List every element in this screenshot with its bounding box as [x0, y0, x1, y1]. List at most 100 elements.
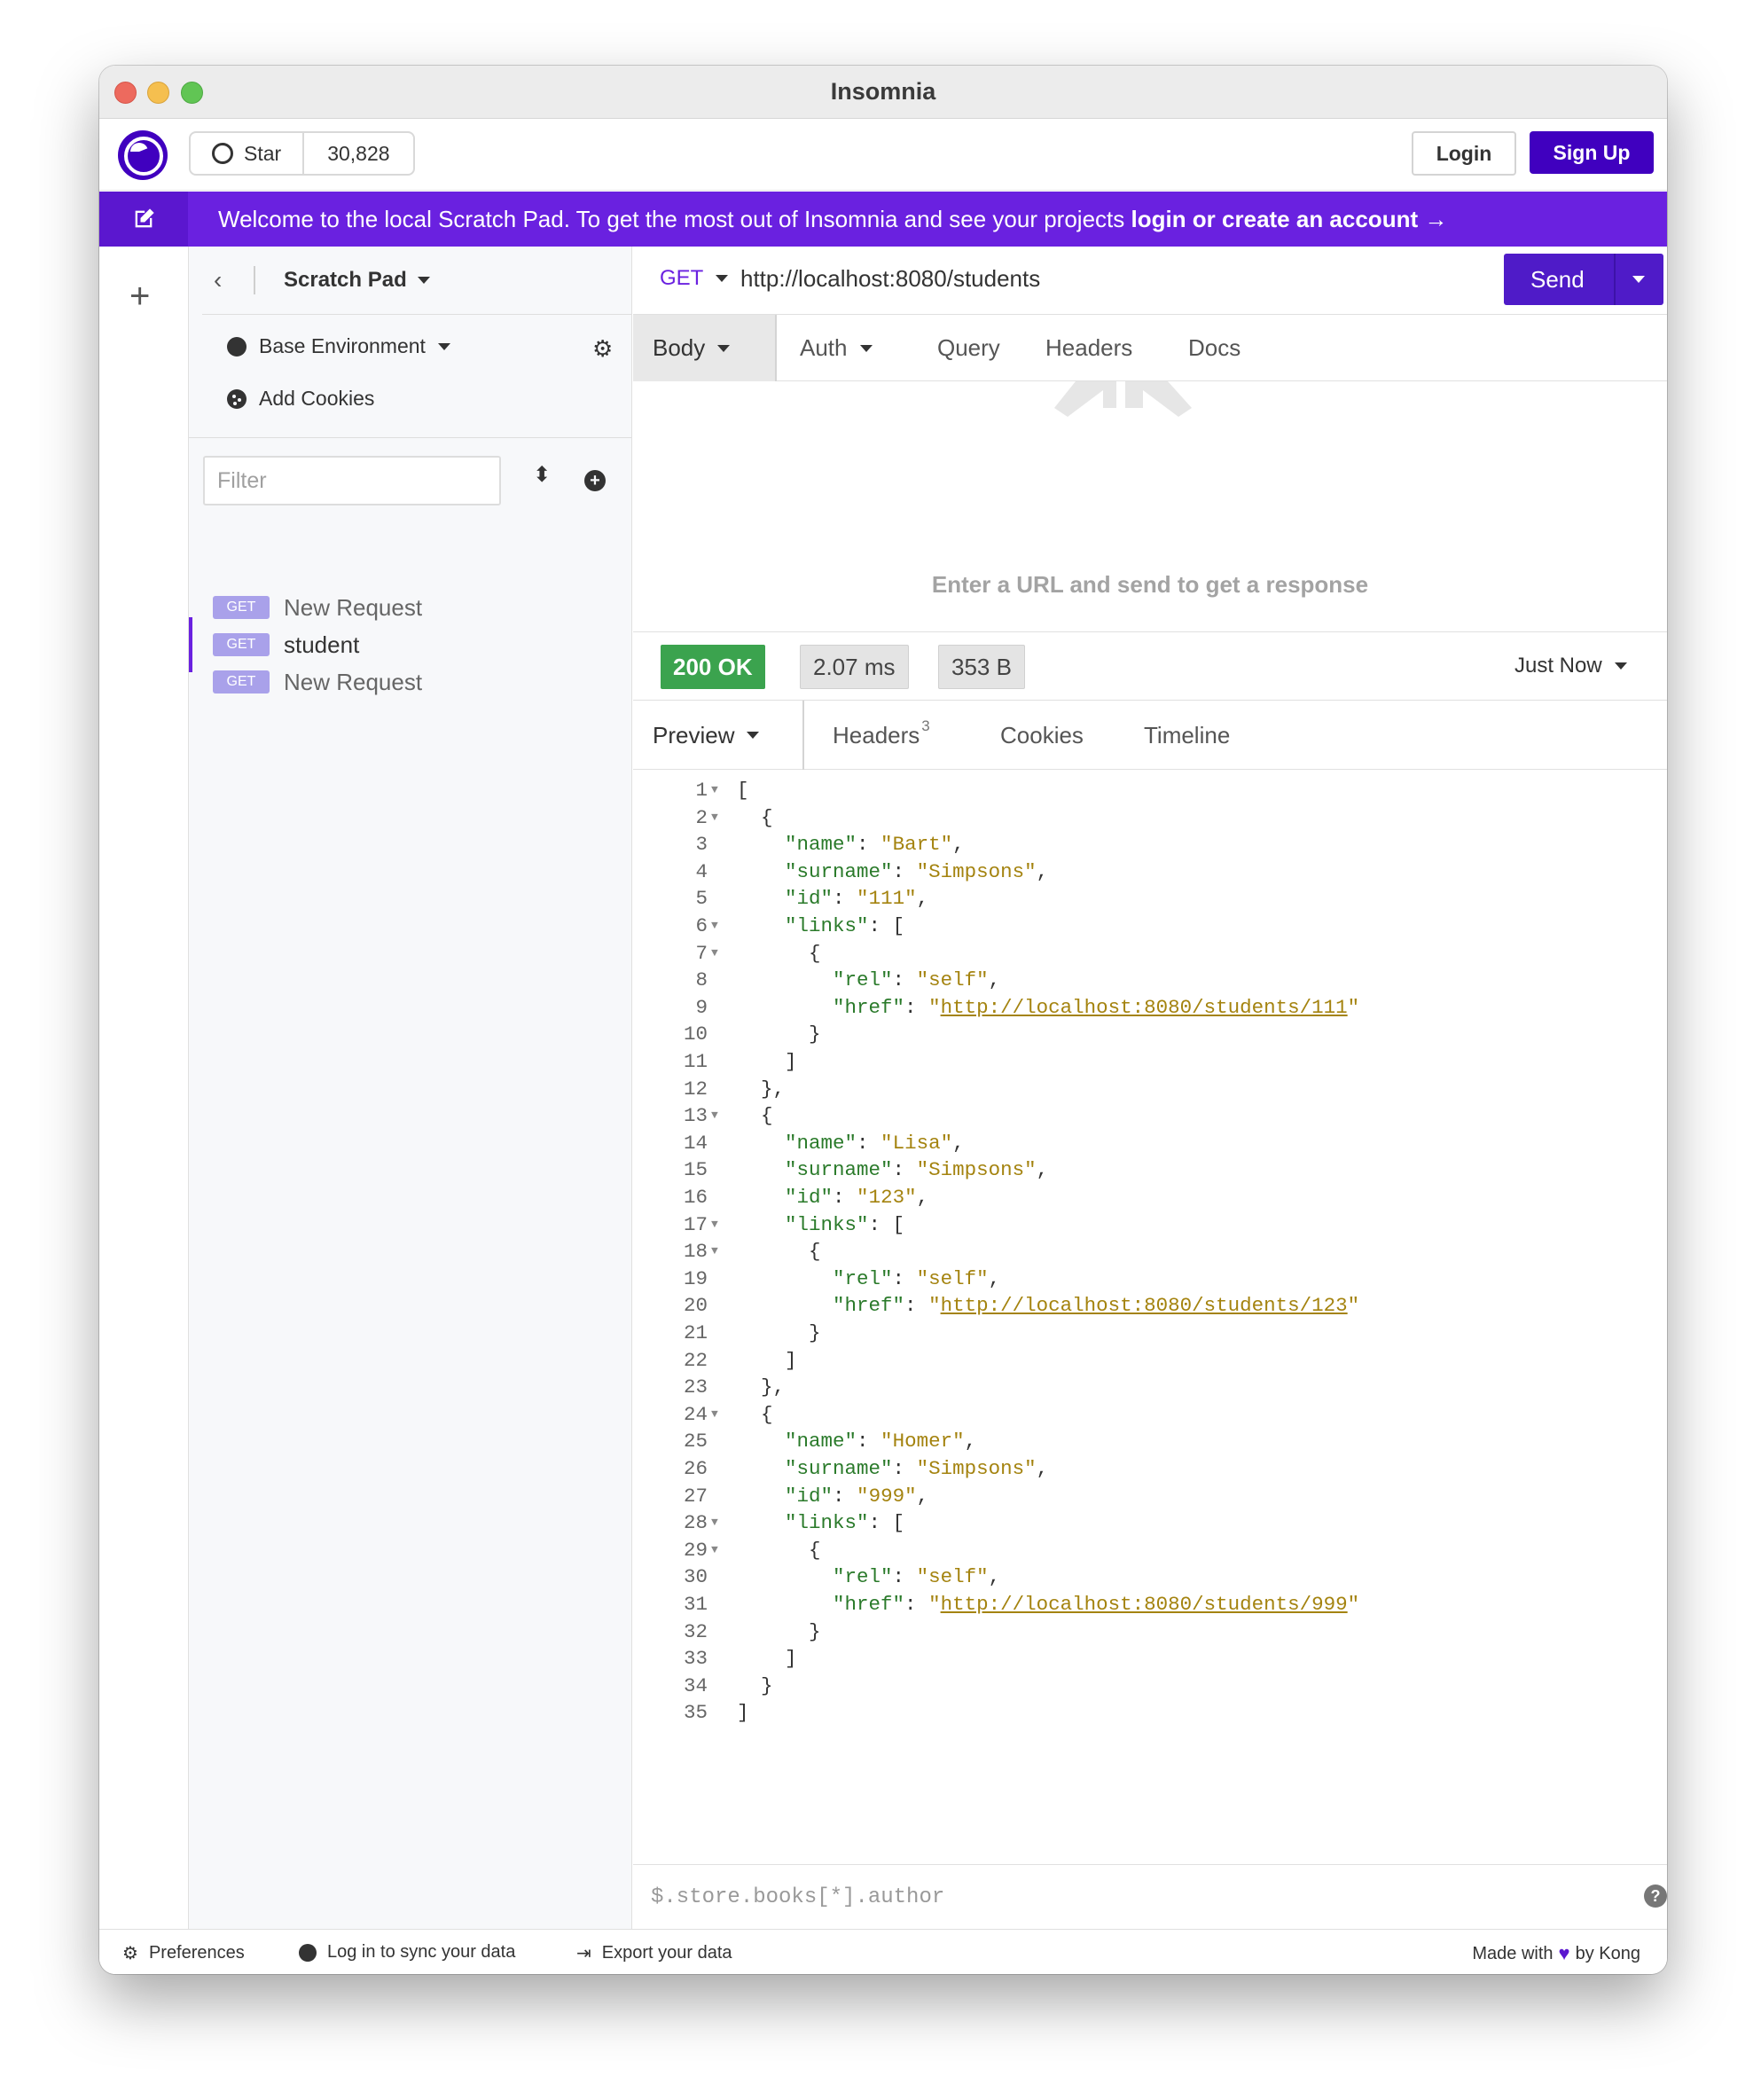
json-string: "999" [857, 1484, 917, 1508]
tab-body[interactable]: Body [633, 315, 777, 381]
line-number: 15 [683, 1158, 708, 1182]
method-label: GET [660, 266, 704, 290]
json-key: "id" [785, 1186, 834, 1209]
sort-icon[interactable]: ⬍ [533, 465, 551, 486]
banner-login-link[interactable]: login or create an account → [1131, 206, 1447, 232]
gear-icon[interactable]: ⚙ [592, 335, 613, 363]
export-label: Export your data [601, 1943, 732, 1963]
json-link[interactable]: http://localhost:8080/students/123 [941, 1294, 1348, 1317]
line-number: 24 [683, 1402, 708, 1426]
fold-caret-icon[interactable]: ▼ [711, 1244, 718, 1258]
environment-dropdown[interactable]: Base Environment [227, 334, 450, 358]
code-line: 16 "id": "123", [633, 1186, 1667, 1213]
project-dropdown[interactable]: Scratch Pad [284, 268, 430, 293]
json-key: "href" [833, 1294, 905, 1318]
code-text: }, [761, 1077, 786, 1101]
code-line: 30 "rel": "self", [633, 1565, 1667, 1593]
code-line: 23 }, [633, 1375, 1667, 1403]
fold-caret-icon[interactable]: ▼ [711, 1218, 718, 1231]
line-number: 14 [683, 1131, 708, 1155]
github-star-button[interactable]: Star [191, 133, 305, 174]
insomnia-logo-icon[interactable] [118, 130, 168, 180]
code-line: 3 "name": "Bart", [633, 833, 1667, 860]
method-badge: GET [213, 670, 270, 693]
tab-timeline[interactable]: Timeline [1144, 701, 1230, 770]
tab-response-headers[interactable]: Headers 3 [833, 701, 930, 770]
add-cookies-button[interactable]: Add Cookies [227, 387, 374, 411]
json-string: "111" [857, 887, 917, 911]
response-time-label: Just Now [1514, 654, 1602, 678]
code-text: "id": "123", [785, 1186, 929, 1209]
filter-input[interactable] [203, 456, 501, 505]
fold-caret-icon[interactable]: ▼ [711, 811, 718, 824]
environment-label: Base Environment [259, 334, 426, 357]
json-string: "Simpsons" [916, 1457, 1037, 1480]
preferences-button[interactable]: ⚙ Preferences [122, 1942, 245, 1964]
line-number: 32 [683, 1619, 708, 1643]
line-number: 16 [683, 1186, 708, 1209]
line-number: 28 [683, 1511, 708, 1535]
line-number: 8 [695, 968, 708, 992]
chevron-left-icon[interactable]: ‹ [214, 266, 222, 294]
fold-caret-icon[interactable]: ▼ [711, 1407, 718, 1421]
sign-up-button[interactable]: Sign Up [1530, 131, 1654, 174]
code-text: "links": [ [785, 1212, 905, 1236]
line-number: 29 [683, 1538, 708, 1562]
code-line: 34 } [633, 1674, 1667, 1702]
tab-query[interactable]: Query [937, 315, 1000, 381]
login-button[interactable]: Login [1412, 131, 1516, 176]
fold-caret-icon[interactable]: ▼ [711, 1109, 718, 1122]
help-icon[interactable]: ? [1644, 1885, 1667, 1908]
code-text: "href": "http://localhost:8080/students/… [833, 1294, 1360, 1318]
code-text: ] [785, 1050, 797, 1073]
github-icon [212, 143, 233, 164]
preferences-label: Preferences [148, 1943, 245, 1963]
sync-login-button[interactable]: Log in to sync your data [299, 1942, 515, 1963]
json-string: "self" [916, 1565, 989, 1589]
star-count[interactable]: 30,828 [304, 142, 412, 166]
json-value: Simpsons [928, 1457, 1025, 1480]
export-data-button[interactable]: ⇥ Export your data [576, 1942, 732, 1964]
caret-down-icon [747, 732, 760, 739]
sidebar: ‹ Scratch Pad Base Environment ⚙ Add Coo… [189, 247, 632, 1929]
fold-caret-icon[interactable]: ▼ [711, 1543, 718, 1556]
code-text: } [809, 1321, 821, 1344]
line-number: 19 [683, 1266, 708, 1290]
tab-auth[interactable]: Auth [800, 315, 873, 381]
json-link[interactable]: http://localhost:8080/students/999 [941, 1593, 1348, 1616]
tab-cookies[interactable]: Cookies [1000, 701, 1084, 770]
tab-docs[interactable]: Docs [1188, 315, 1241, 381]
code-text: "id": "111", [785, 887, 929, 911]
plus-icon[interactable]: + [129, 278, 150, 314]
line-number: 9 [695, 995, 708, 1019]
url-input[interactable]: http://localhost:8080/students [740, 265, 1040, 293]
code-line: 7 ▼ { [633, 942, 1667, 969]
code-line: 22 ] [633, 1349, 1667, 1376]
response-history-dropdown[interactable]: Just Now [1514, 654, 1627, 678]
fold-caret-icon[interactable]: ▼ [711, 919, 718, 932]
json-filter-input[interactable] [651, 1877, 1538, 1916]
json-link[interactable]: http://localhost:8080/students/111 [941, 996, 1348, 1019]
json-key: "id" [785, 887, 834, 911]
json-string: "Simpsons" [916, 1158, 1037, 1182]
send-button[interactable]: Send [1530, 266, 1585, 294]
send-options-caret-icon[interactable] [1632, 276, 1645, 283]
code-text: { [761, 1402, 773, 1426]
line-number: 7 [695, 941, 708, 965]
tab-headers[interactable]: Headers [1045, 315, 1132, 381]
method-dropdown[interactable]: GET [660, 266, 729, 291]
tab-preview[interactable]: Preview [633, 701, 804, 770]
response-json-viewer[interactable]: 1 ▼[2 ▼ {3 "name": "Bart", 4 "surname": "Si… [633, 770, 1667, 1928]
code-line: 19 "rel": "self", [633, 1267, 1667, 1295]
json-key: "name" [785, 1131, 857, 1155]
github-star-widget: Star 30,828 [189, 131, 415, 176]
add-request-icon[interactable]: + [584, 470, 606, 491]
sidebar-request-item[interactable]: GET New Request [189, 654, 631, 709]
fold-caret-icon[interactable]: ▼ [711, 1516, 718, 1529]
tab-label: Headers [833, 721, 920, 748]
json-key: "href" [833, 1593, 905, 1616]
line-number: 6 [695, 914, 708, 937]
fold-caret-icon[interactable]: ▼ [711, 783, 718, 796]
fold-caret-icon[interactable]: ▼ [711, 946, 718, 960]
made-with-label: Made with [1472, 1943, 1554, 1963]
